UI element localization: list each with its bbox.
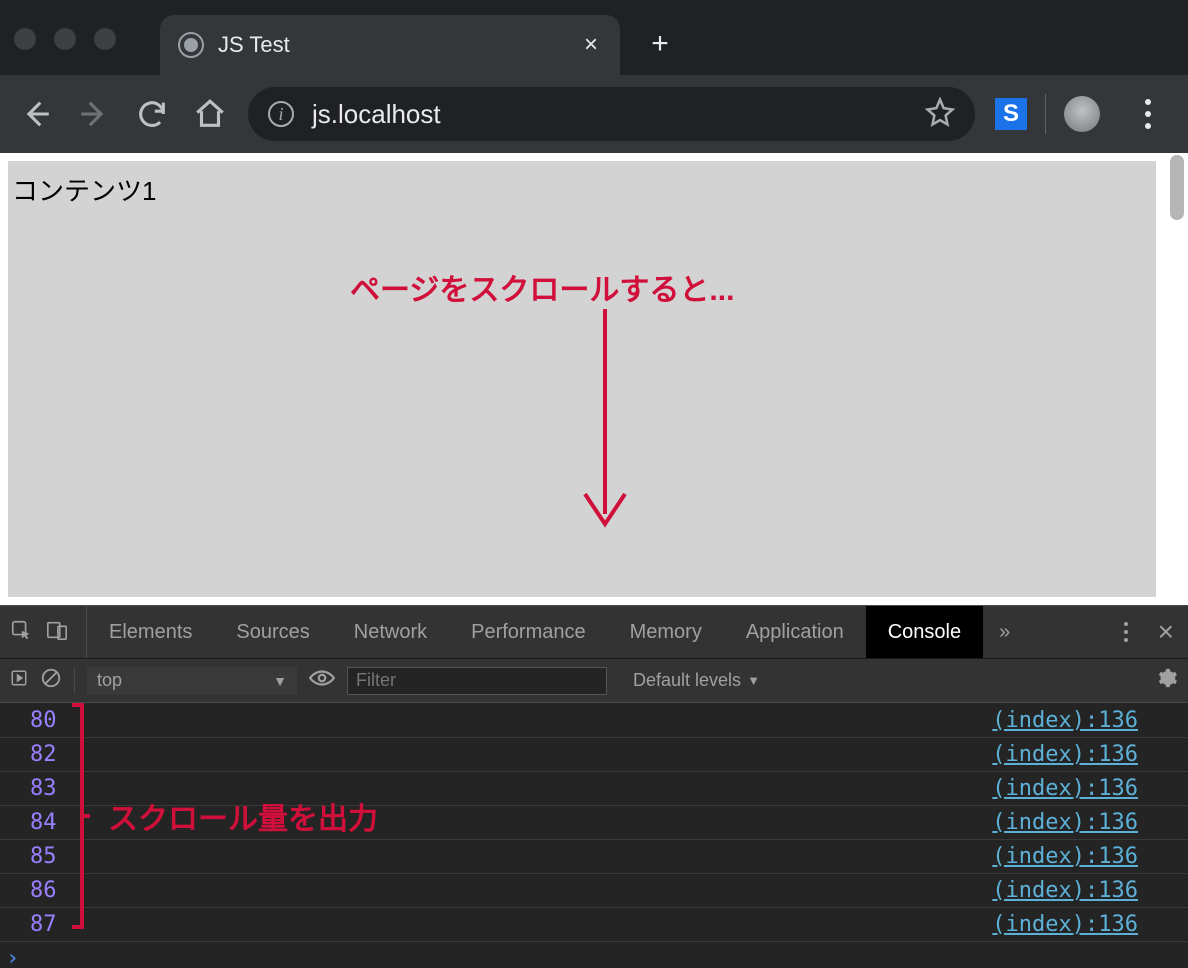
devtools-close-icon[interactable]: × <box>1158 616 1174 648</box>
inspect-element-icon[interactable] <box>10 619 32 646</box>
dropdown-triangle-icon: ▼ <box>273 673 287 689</box>
log-value: 83 <box>30 776 57 801</box>
page-scrollbar[interactable] <box>1164 153 1188 605</box>
log-value: 87 <box>30 912 57 937</box>
console-log-row[interactable]: 87 (index):136 <box>0 907 1188 941</box>
address-bar[interactable]: i js.localhost <box>248 87 975 141</box>
bookmark-star-icon[interactable] <box>925 97 955 132</box>
annotation-output-text: スクロール量を出力 <box>108 794 378 838</box>
url-text: js.localhost <box>312 99 925 130</box>
new-tab-button[interactable]: + <box>640 24 680 64</box>
log-source-link[interactable]: (index):136 <box>992 912 1188 937</box>
prompt-chevron-icon: › <box>6 946 19 968</box>
log-source-link[interactable]: (index):136 <box>992 776 1188 801</box>
log-value: 80 <box>30 708 57 733</box>
browser-tab[interactable]: JS Test × <box>160 15 620 75</box>
toolbar-separator <box>74 668 75 694</box>
close-tab-icon[interactable]: × <box>580 27 602 63</box>
tab-memory[interactable]: Memory <box>608 606 724 658</box>
live-expression-icon[interactable] <box>309 669 335 692</box>
tab-application[interactable]: Application <box>724 606 866 658</box>
console-log-area[interactable]: 80(index):13682(index):13683(index):1368… <box>0 703 1188 968</box>
zoom-window-icon[interactable] <box>94 28 116 50</box>
console-log-row[interactable]: 85 (index):136 <box>0 839 1188 873</box>
home-button[interactable] <box>184 88 236 140</box>
profile-avatar-icon[interactable] <box>1064 96 1100 132</box>
page-content-area[interactable]: コンテンツ1 ページをスクロールすると... <box>0 153 1164 605</box>
console-filter-input[interactable] <box>347 667 607 695</box>
log-levels-selector[interactable]: Default levels ▼ <box>633 670 760 691</box>
globe-icon <box>178 32 204 58</box>
extension-icon[interactable]: S <box>995 98 1027 130</box>
console-log-row[interactable]: 82 (index):136 <box>0 737 1188 771</box>
console-log-row[interactable]: 80 (index):136 <box>0 703 1188 737</box>
tab-sources[interactable]: Sources <box>214 606 331 658</box>
log-source-link[interactable]: (index):136 <box>992 742 1188 767</box>
toolbar-divider <box>1045 94 1046 134</box>
dropdown-triangle-icon: ▼ <box>747 673 760 688</box>
log-value: 82 <box>30 742 57 767</box>
tab-network[interactable]: Network <box>332 606 449 658</box>
console-sidebar-toggle-icon[interactable] <box>10 669 28 692</box>
tab-performance[interactable]: Performance <box>449 606 608 658</box>
back-button[interactable] <box>10 88 62 140</box>
devtools-menu-icon[interactable] <box>1114 622 1138 642</box>
log-source-link[interactable]: (index):136 <box>992 810 1188 835</box>
tab-console[interactable]: Console <box>866 606 983 658</box>
browser-menu-icon[interactable] <box>1128 99 1168 129</box>
log-value: 84 <box>30 810 57 835</box>
console-log-row[interactable]: 86 (index):136 <box>0 873 1188 907</box>
tabs-overflow-icon[interactable]: » <box>985 621 1024 644</box>
window-controls <box>14 28 116 50</box>
log-value: 85 <box>30 844 57 869</box>
clear-console-icon[interactable] <box>40 667 62 694</box>
log-source-link[interactable]: (index):136 <box>992 708 1188 733</box>
context-selector[interactable]: top ▼ <box>87 667 297 695</box>
page-viewport: コンテンツ1 ページをスクロールすると... <box>0 153 1188 605</box>
annotation-scroll-text: ページをスクロールすると... <box>350 265 734 309</box>
log-source-link[interactable]: (index):136 <box>992 844 1188 869</box>
content-heading: コンテンツ1 <box>12 176 156 206</box>
context-label: top <box>97 670 122 691</box>
forward-button[interactable] <box>68 88 120 140</box>
tab-title: JS Test <box>218 32 580 58</box>
devtools-tabbar: Elements Sources Network Performance Mem… <box>0 605 1188 659</box>
site-info-icon[interactable]: i <box>268 101 294 127</box>
browser-toolbar: i js.localhost S <box>0 75 1188 153</box>
arrow-down-icon <box>575 309 635 544</box>
minimize-window-icon[interactable] <box>54 28 76 50</box>
log-source-link[interactable]: (index):136 <box>992 878 1188 903</box>
console-prompt[interactable]: › <box>0 941 1188 968</box>
tab-elements[interactable]: Elements <box>87 606 214 658</box>
close-window-icon[interactable] <box>14 28 36 50</box>
reload-button[interactable] <box>126 88 178 140</box>
console-toolbar: top ▼ Default levels ▼ <box>0 659 1188 703</box>
browser-tabstrip: JS Test × + <box>0 0 1188 75</box>
devtools-panel: Elements Sources Network Performance Mem… <box>0 605 1188 968</box>
device-toolbar-icon[interactable] <box>46 619 68 646</box>
levels-label: Default levels <box>633 670 741 691</box>
scrollbar-thumb[interactable] <box>1170 155 1184 220</box>
log-value: 86 <box>30 878 57 903</box>
console-settings-icon[interactable] <box>1156 667 1178 694</box>
